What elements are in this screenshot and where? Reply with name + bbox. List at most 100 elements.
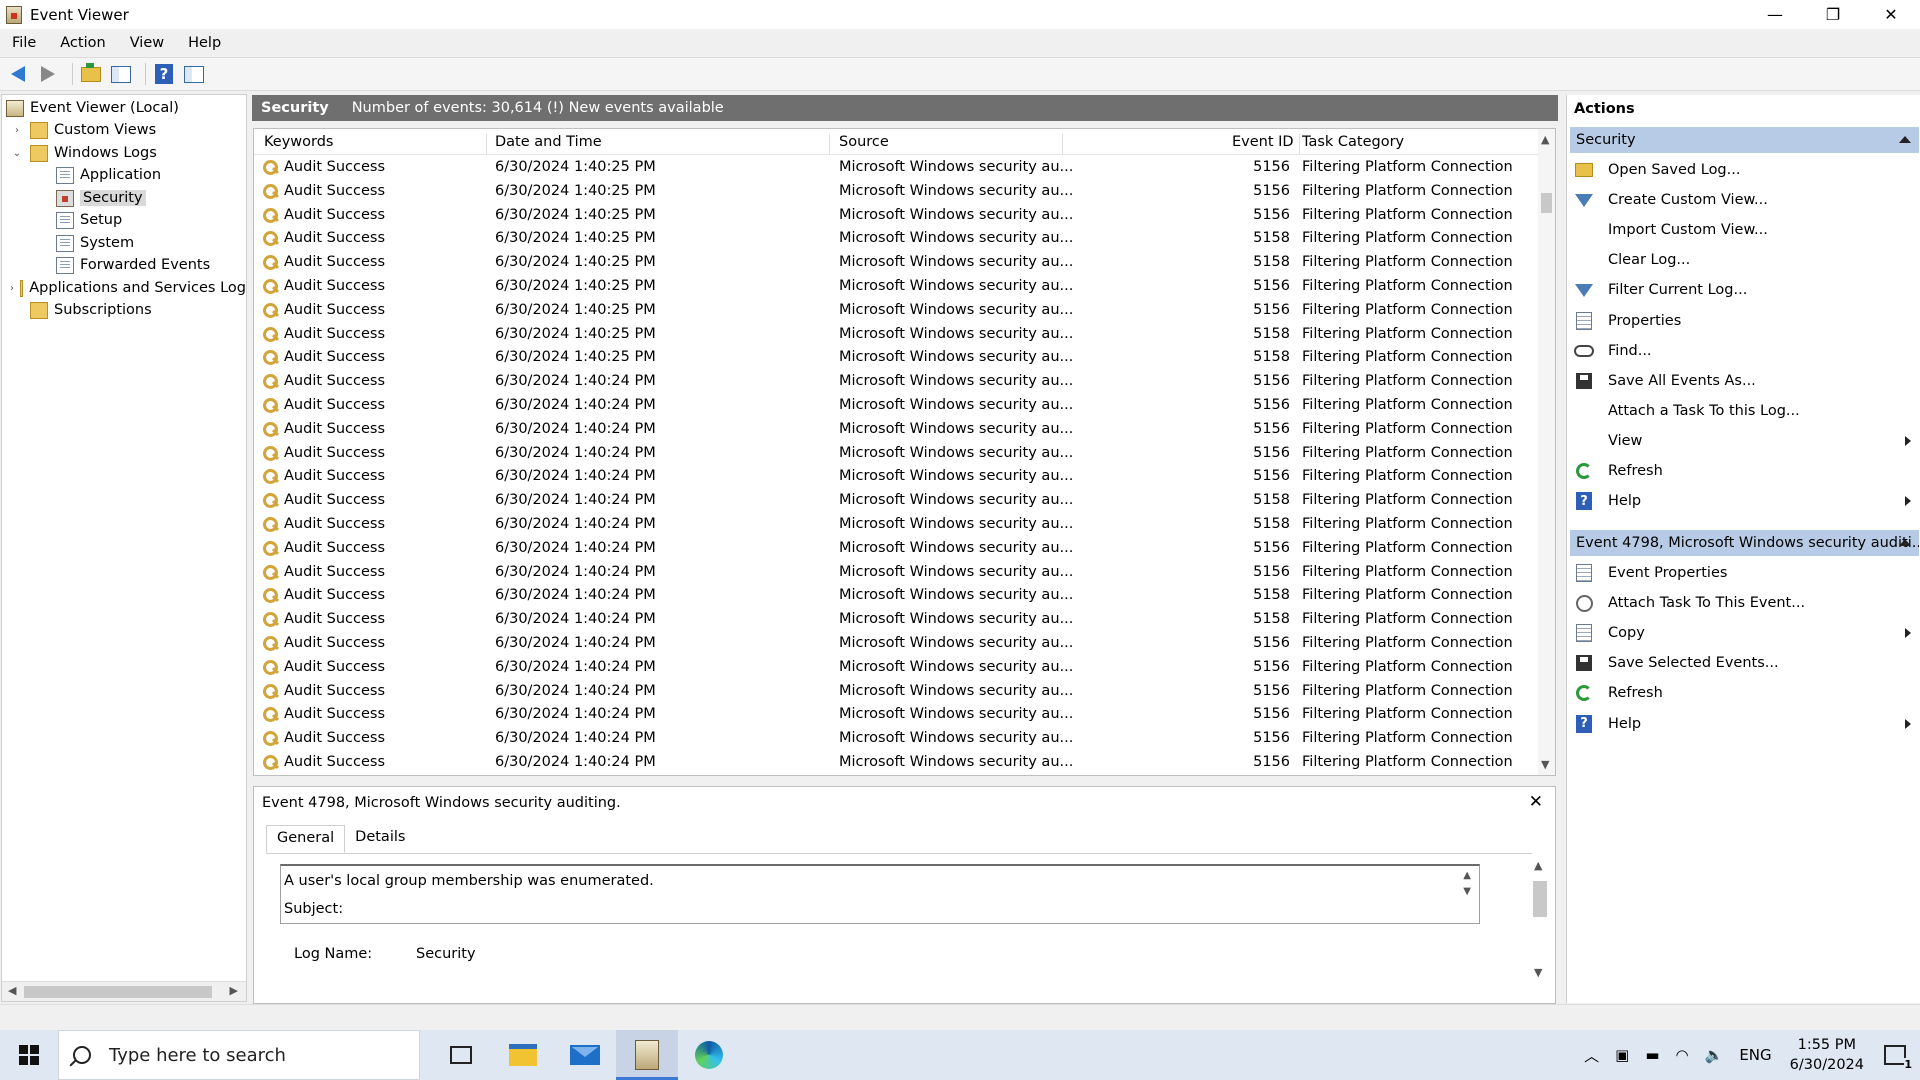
actions-section-security[interactable]: Security [1570, 127, 1919, 153]
column-source[interactable]: Source [839, 134, 889, 150]
table-row[interactable]: Audit Success 6/30/2024 1:40:24 PM Microso… [254, 513, 1538, 537]
forward-button[interactable] [36, 62, 60, 86]
table-row[interactable]: Audit Success 6/30/2024 1:40:24 PM Microso… [254, 442, 1538, 466]
action-clear-log[interactable]: Clear Log... [1574, 247, 1917, 273]
language-indicator[interactable]: ENG [1739, 1046, 1771, 1064]
action-help[interactable]: ? Help [1574, 488, 1917, 514]
action-properties[interactable]: Properties [1574, 308, 1917, 334]
action-help[interactable]: ? Help [1574, 711, 1917, 737]
close-detail-button[interactable]: ✕ [1529, 792, 1543, 812]
tree-item-system[interactable]: System [56, 232, 134, 254]
action-refresh[interactable]: Refresh [1574, 458, 1917, 484]
notification-center-icon[interactable]: 1 [1884, 1045, 1912, 1071]
mail-button[interactable] [554, 1030, 616, 1080]
up-folder-button[interactable] [79, 62, 103, 86]
action-filter-current-log[interactable]: Filter Current Log... [1574, 277, 1917, 303]
tree-item-subscriptions[interactable]: Subscriptions [24, 299, 152, 321]
column-task-category[interactable]: Task Category [1302, 134, 1404, 150]
scroll-thumb[interactable] [24, 986, 212, 998]
menu-action[interactable]: Action [48, 35, 117, 51]
table-row[interactable]: Audit Success 6/30/2024 1:40:25 PM Microso… [254, 156, 1538, 180]
table-row[interactable]: Audit Success 6/30/2024 1:40:24 PM Microso… [254, 751, 1538, 775]
show-hidden-icons-chevron-icon[interactable]: ︿ [1584, 1045, 1599, 1066]
table-row[interactable]: Audit Success 6/30/2024 1:40:25 PM Microso… [254, 251, 1538, 275]
minimize-button[interactable]: — [1746, 0, 1804, 29]
action-copy[interactable]: Copy [1574, 620, 1917, 646]
tree-item-event-viewer-local[interactable]: Event Viewer (Local) [6, 97, 179, 119]
action-attach-a-task-to-this-log[interactable]: Attach a Task To this Log... [1574, 398, 1917, 424]
detail-vertical-scrollbar[interactable]: ▲ ▼ [1530, 859, 1547, 979]
table-row[interactable]: Audit Success 6/30/2024 1:40:24 PM Microso… [254, 727, 1538, 751]
column-separator[interactable] [829, 134, 830, 154]
tree-item-custom-views[interactable]: › Custom Views [10, 119, 156, 141]
show-hide-action-pane-button[interactable] [182, 62, 206, 86]
table-row[interactable]: Audit Success 6/30/2024 1:40:24 PM Microso… [254, 537, 1538, 561]
menu-file[interactable]: File [0, 35, 48, 51]
action-save-all-events-as[interactable]: Save All Events As... [1574, 368, 1917, 394]
meet-now-icon[interactable]: ▣ [1615, 1046, 1629, 1064]
table-row[interactable]: Audit Success 6/30/2024 1:40:25 PM Microso… [254, 346, 1538, 370]
table-row[interactable]: Audit Success 6/30/2024 1:40:24 PM Microso… [254, 465, 1538, 489]
event-message-box[interactable]: A user's local group membership was enum… [280, 864, 1480, 924]
collapse-caret-icon[interactable] [1899, 539, 1911, 546]
table-row[interactable]: Audit Success 6/30/2024 1:40:25 PM Microso… [254, 180, 1538, 204]
menu-help[interactable]: Help [176, 35, 233, 51]
collapse-caret-icon[interactable] [1899, 136, 1911, 143]
column-separator[interactable] [486, 134, 487, 154]
scroll-up-icon[interactable]: ▲ [1541, 133, 1549, 146]
action-event-properties[interactable]: Event Properties [1574, 560, 1917, 586]
tree-item-setup[interactable]: Setup [56, 209, 122, 231]
scroll-down-icon[interactable]: ▼ [1534, 966, 1542, 979]
table-row[interactable]: Audit Success 6/30/2024 1:40:24 PM Microso… [254, 489, 1538, 513]
scroll-right-icon[interactable]: ▶ [230, 984, 238, 997]
table-row[interactable]: Audit Success 6/30/2024 1:40:24 PM Microso… [254, 680, 1538, 704]
tree-item-applications-and-services-logs[interactable]: › Applications and Services Log [10, 277, 246, 299]
action-open-saved-log[interactable]: Open Saved Log... [1574, 157, 1917, 183]
table-row[interactable]: Audit Success 6/30/2024 1:40:24 PM Microso… [254, 703, 1538, 727]
tab-general[interactable]: General [266, 825, 346, 853]
scroll-left-icon[interactable]: ◀ [8, 984, 16, 997]
menu-view[interactable]: View [118, 35, 176, 51]
table-row[interactable]: Audit Success 6/30/2024 1:40:25 PM Microso… [254, 227, 1538, 251]
table-row[interactable]: Audit Success 6/30/2024 1:40:24 PM Microso… [254, 561, 1538, 585]
expand-chevron-icon[interactable]: › [10, 125, 24, 136]
event-viewer-taskbar-button[interactable] [616, 1030, 678, 1080]
column-separator[interactable] [1062, 134, 1063, 154]
taskbar-search[interactable]: Type here to search [58, 1030, 420, 1080]
column-keywords[interactable]: Keywords [264, 134, 333, 150]
column-separator[interactable] [1299, 134, 1300, 154]
volume-icon[interactable]: 🔈 [1705, 1046, 1724, 1064]
tab-details[interactable]: Details [345, 825, 415, 853]
action-refresh[interactable]: Refresh [1574, 680, 1917, 706]
table-row[interactable]: Audit Success 6/30/2024 1:40:24 PM Microso… [254, 632, 1538, 656]
actions-section-event[interactable]: Event 4798, Microsoft Windows security a… [1570, 530, 1919, 556]
table-row[interactable]: Audit Success 6/30/2024 1:40:24 PM Microso… [254, 418, 1538, 442]
restore-button[interactable]: ❐ [1804, 0, 1862, 29]
table-row[interactable]: Audit Success 6/30/2024 1:40:24 PM Microso… [254, 394, 1538, 418]
table-row[interactable]: Audit Success 6/30/2024 1:40:24 PM Microso… [254, 370, 1538, 394]
start-button[interactable] [0, 1030, 58, 1080]
table-row[interactable]: Audit Success 6/30/2024 1:40:25 PM Microso… [254, 275, 1538, 299]
scroll-up-icon[interactable]: ▲ [1534, 859, 1542, 872]
column-date-time[interactable]: Date and Time [495, 134, 602, 150]
action-view[interactable]: View [1574, 428, 1917, 454]
events-vertical-scrollbar[interactable]: ▲ ▼ [1538, 129, 1555, 775]
table-row[interactable]: Audit Success 6/30/2024 1:40:24 PM Microso… [254, 584, 1538, 608]
clock[interactable]: 1:55 PM 6/30/2024 [1790, 1035, 1864, 1075]
edge-button[interactable] [678, 1030, 740, 1080]
back-button[interactable] [6, 62, 30, 86]
file-explorer-button[interactable] [492, 1030, 554, 1080]
task-view-button[interactable] [430, 1030, 492, 1080]
tree-item-application[interactable]: Application [56, 164, 161, 186]
table-row[interactable]: Audit Success 6/30/2024 1:40:24 PM Microso… [254, 656, 1538, 680]
column-event-id[interactable]: Event ID [1232, 134, 1294, 150]
help-button[interactable]: ? [152, 62, 176, 86]
show-hide-console-tree-button[interactable] [109, 62, 133, 86]
battery-icon[interactable]: ▬ [1645, 1046, 1659, 1064]
message-scroll-arrows[interactable]: ▲ ▼ [1463, 868, 1471, 900]
action-import-custom-view[interactable]: Import Custom View... [1574, 217, 1917, 243]
collapse-chevron-icon[interactable]: ⌄ [10, 148, 24, 159]
expand-chevron-icon[interactable]: › [10, 283, 14, 294]
wifi-icon[interactable]: ◠ [1676, 1046, 1689, 1064]
table-row[interactable]: Audit Success 6/30/2024 1:40:25 PM Microso… [254, 323, 1538, 347]
